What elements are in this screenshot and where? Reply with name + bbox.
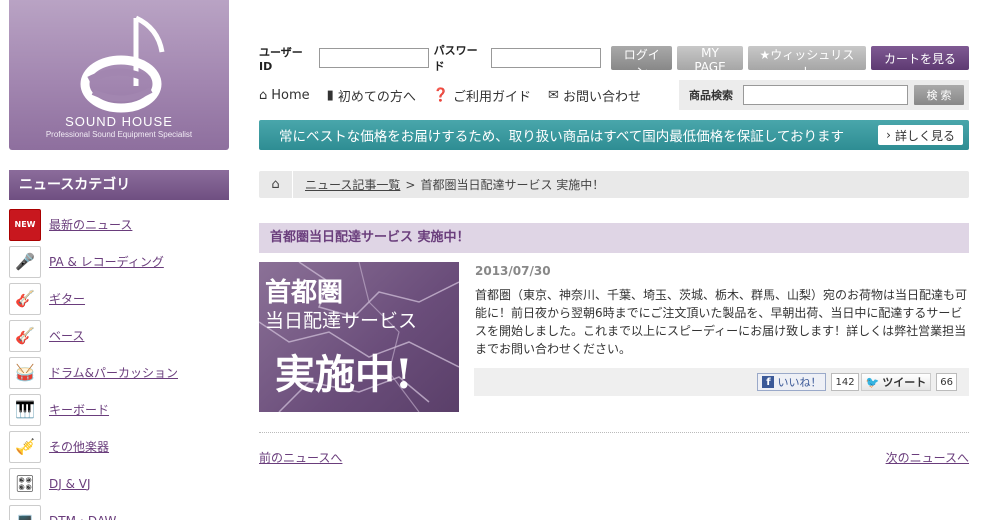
price-guarantee-banner[interactable]: 常にベストな価格をお届けするため、取り扱い商品はすべて国内最低価格を保証しており… [259,120,969,150]
breadcrumb-home-icon[interactable]: ⌂ [259,171,293,198]
article-body: 首都圏（東京、神奈川、千葉、埼玉、茨城、栃木、群馬、山梨）宛のお荷物は当日配達も… [475,288,968,356]
next-news-link[interactable]: 次のニュースへ [886,449,969,466]
new-badge-icon: NEW [9,208,41,241]
logo-name: SOUND HOUSE [65,114,173,129]
category-list: NEW 最新のニュース 🎤 PA & レコーディング 🎸 ギター 🎸 ベース 🥁… [9,206,229,520]
category-header: ニュースカテゴリ [9,170,229,200]
search-button[interactable]: 検 索 [914,85,964,105]
password-input[interactable] [491,48,602,68]
prev-news-link[interactable]: 前のニュースへ [259,449,342,466]
sidebar-item-latest-news[interactable]: NEW 最新のニュース [9,206,229,243]
keyboard-icon: 🎹 [9,393,41,426]
view-cart-button[interactable]: カートを見る [871,46,969,70]
microphone-icon: 🎤 [9,245,41,278]
chevron-right-icon: › [886,128,891,142]
facebook-like-label: いいね！ [777,376,822,389]
mail-icon: ✉ [548,87,559,103]
nav-home-label: Home [271,87,310,103]
nav-contact[interactable]: ✉ お問い合わせ [548,86,641,105]
nav-home[interactable]: ⌂ Home [259,88,310,103]
nav-contact-label: お問い合わせ [562,89,641,105]
sidebar-item-label[interactable]: ギター [49,290,85,307]
breadcrumb-separator: > [405,177,416,192]
article-divider [259,432,969,433]
sidebar-item-label[interactable]: DTM・DAW [49,512,116,520]
banner-text: 常にベストな価格をお届けするため、取り扱い商品はすべて国内最低価格を保証しており… [279,129,844,145]
nav-beginners[interactable]: ▮ 初めての方へ [327,86,416,105]
breadcrumb: ⌂ ニュース記事一覧 > 首都圏当日配達サービス 実施中！ [259,171,969,198]
sidebar-item-label[interactable]: その他楽器 [49,438,109,455]
nav-guide[interactable]: ❓ ご利用ガイド [433,86,531,105]
banner-details-button[interactable]: › 詳しく見る [878,125,963,145]
sidebar-item-dtm-daw[interactable]: 💻 DTM・DAW [9,502,229,520]
sidebar-item-guitar[interactable]: 🎸 ギター [9,280,229,317]
facebook-icon: f [762,376,775,388]
twitter-tweet-label: ツイート [882,376,927,389]
user-id-input[interactable] [318,48,429,68]
banner-details-label: 詳しく見る [894,128,955,143]
help-icon: ❓ [432,87,450,103]
sidebar-item-drums[interactable]: 🥁 ドラム&パーカッション [9,354,229,391]
book-icon: ▮ [326,87,334,103]
image-text-line3: 実施中! [275,351,413,398]
site-logo[interactable]: SOUND HOUSE Professional Sound Equipment… [9,0,229,150]
sidebar-item-bass[interactable]: 🎸 ベース [9,317,229,354]
harmonica-icon: 🎺 [9,430,41,463]
twitter-tweet-button[interactable]: 🐦 ツイート [860,373,932,391]
home-icon: ⌂ [259,87,268,103]
article-date: 2013/07/30 [475,264,551,278]
article-title: 首都圏当日配達サービス 実施中！ [259,223,969,253]
sidebar-item-label[interactable]: ドラム&パーカッション [49,364,178,381]
mypage-button[interactable]: MY PAGE [677,46,743,74]
twitter-bird-icon: 🐦 [865,375,880,389]
logo-tagline: Professional Sound Equipment Specialist [45,130,193,139]
breadcrumb-current: 首都圏当日配達サービス 実施中！ [420,178,605,192]
sidebar-item-keyboard[interactable]: 🎹 キーボード [9,391,229,428]
sidebar-item-pa-recording[interactable]: 🎤 PA & レコーディング [9,243,229,280]
search-label: 商品検索 [689,89,733,102]
sidebar-item-other-instruments[interactable]: 🎺 その他楽器 [9,428,229,465]
image-text-line1: 首都圏 [265,278,344,308]
sidebar-item-label[interactable]: PA & レコーディング [49,253,164,270]
sidebar-item-dj-vj[interactable]: 🎛 DJ & VJ [9,465,229,502]
twitter-tweet-count: 66 [936,373,957,391]
login-bar: ユーザーID パスワード ログイン MY PAGE ★ウィッシュリスト カートを… [259,44,969,79]
facebook-like-count: 142 [831,373,859,391]
social-share-bar: f いいね！ 142 🐦 ツイート 66 [474,368,969,396]
nav-beginners-label: 初めての方へ [337,89,416,105]
search-input[interactable] [743,85,908,105]
facebook-like-button[interactable]: f いいね！ [757,373,827,391]
user-id-label: ユーザーID [259,45,303,73]
drum-icon: 🥁 [9,356,41,389]
nav-guide-label: ご利用ガイド [453,89,532,105]
image-text-line2: 当日配達サービス [265,310,418,332]
wishlist-button[interactable]: ★ウィッシュリスト [747,46,867,79]
product-search: 商品検索 検 索 [679,80,969,110]
main-nav: ⌂ Home ▮ 初めての方へ ❓ ご利用ガイド ✉ お問い合わせ [259,84,658,106]
article-image: 首都圏 当日配達サービス 実施中! [259,262,459,412]
dtm-icon: 💻 [9,504,41,520]
sidebar-item-label[interactable]: ベース [49,327,84,344]
password-label: パスワード [433,44,478,73]
login-button[interactable]: ログイン [611,46,673,79]
bass-icon: 🎸 [9,319,41,352]
breadcrumb-news-list[interactable]: ニュース記事一覧 [305,176,400,193]
sidebar-item-label[interactable]: DJ & VJ [49,477,91,491]
dj-controller-icon: 🎛 [9,467,41,500]
guitar-icon: 🎸 [9,282,41,315]
sidebar-item-label[interactable]: 最新のニュース [49,216,132,233]
sidebar-item-label[interactable]: キーボード [49,401,109,418]
